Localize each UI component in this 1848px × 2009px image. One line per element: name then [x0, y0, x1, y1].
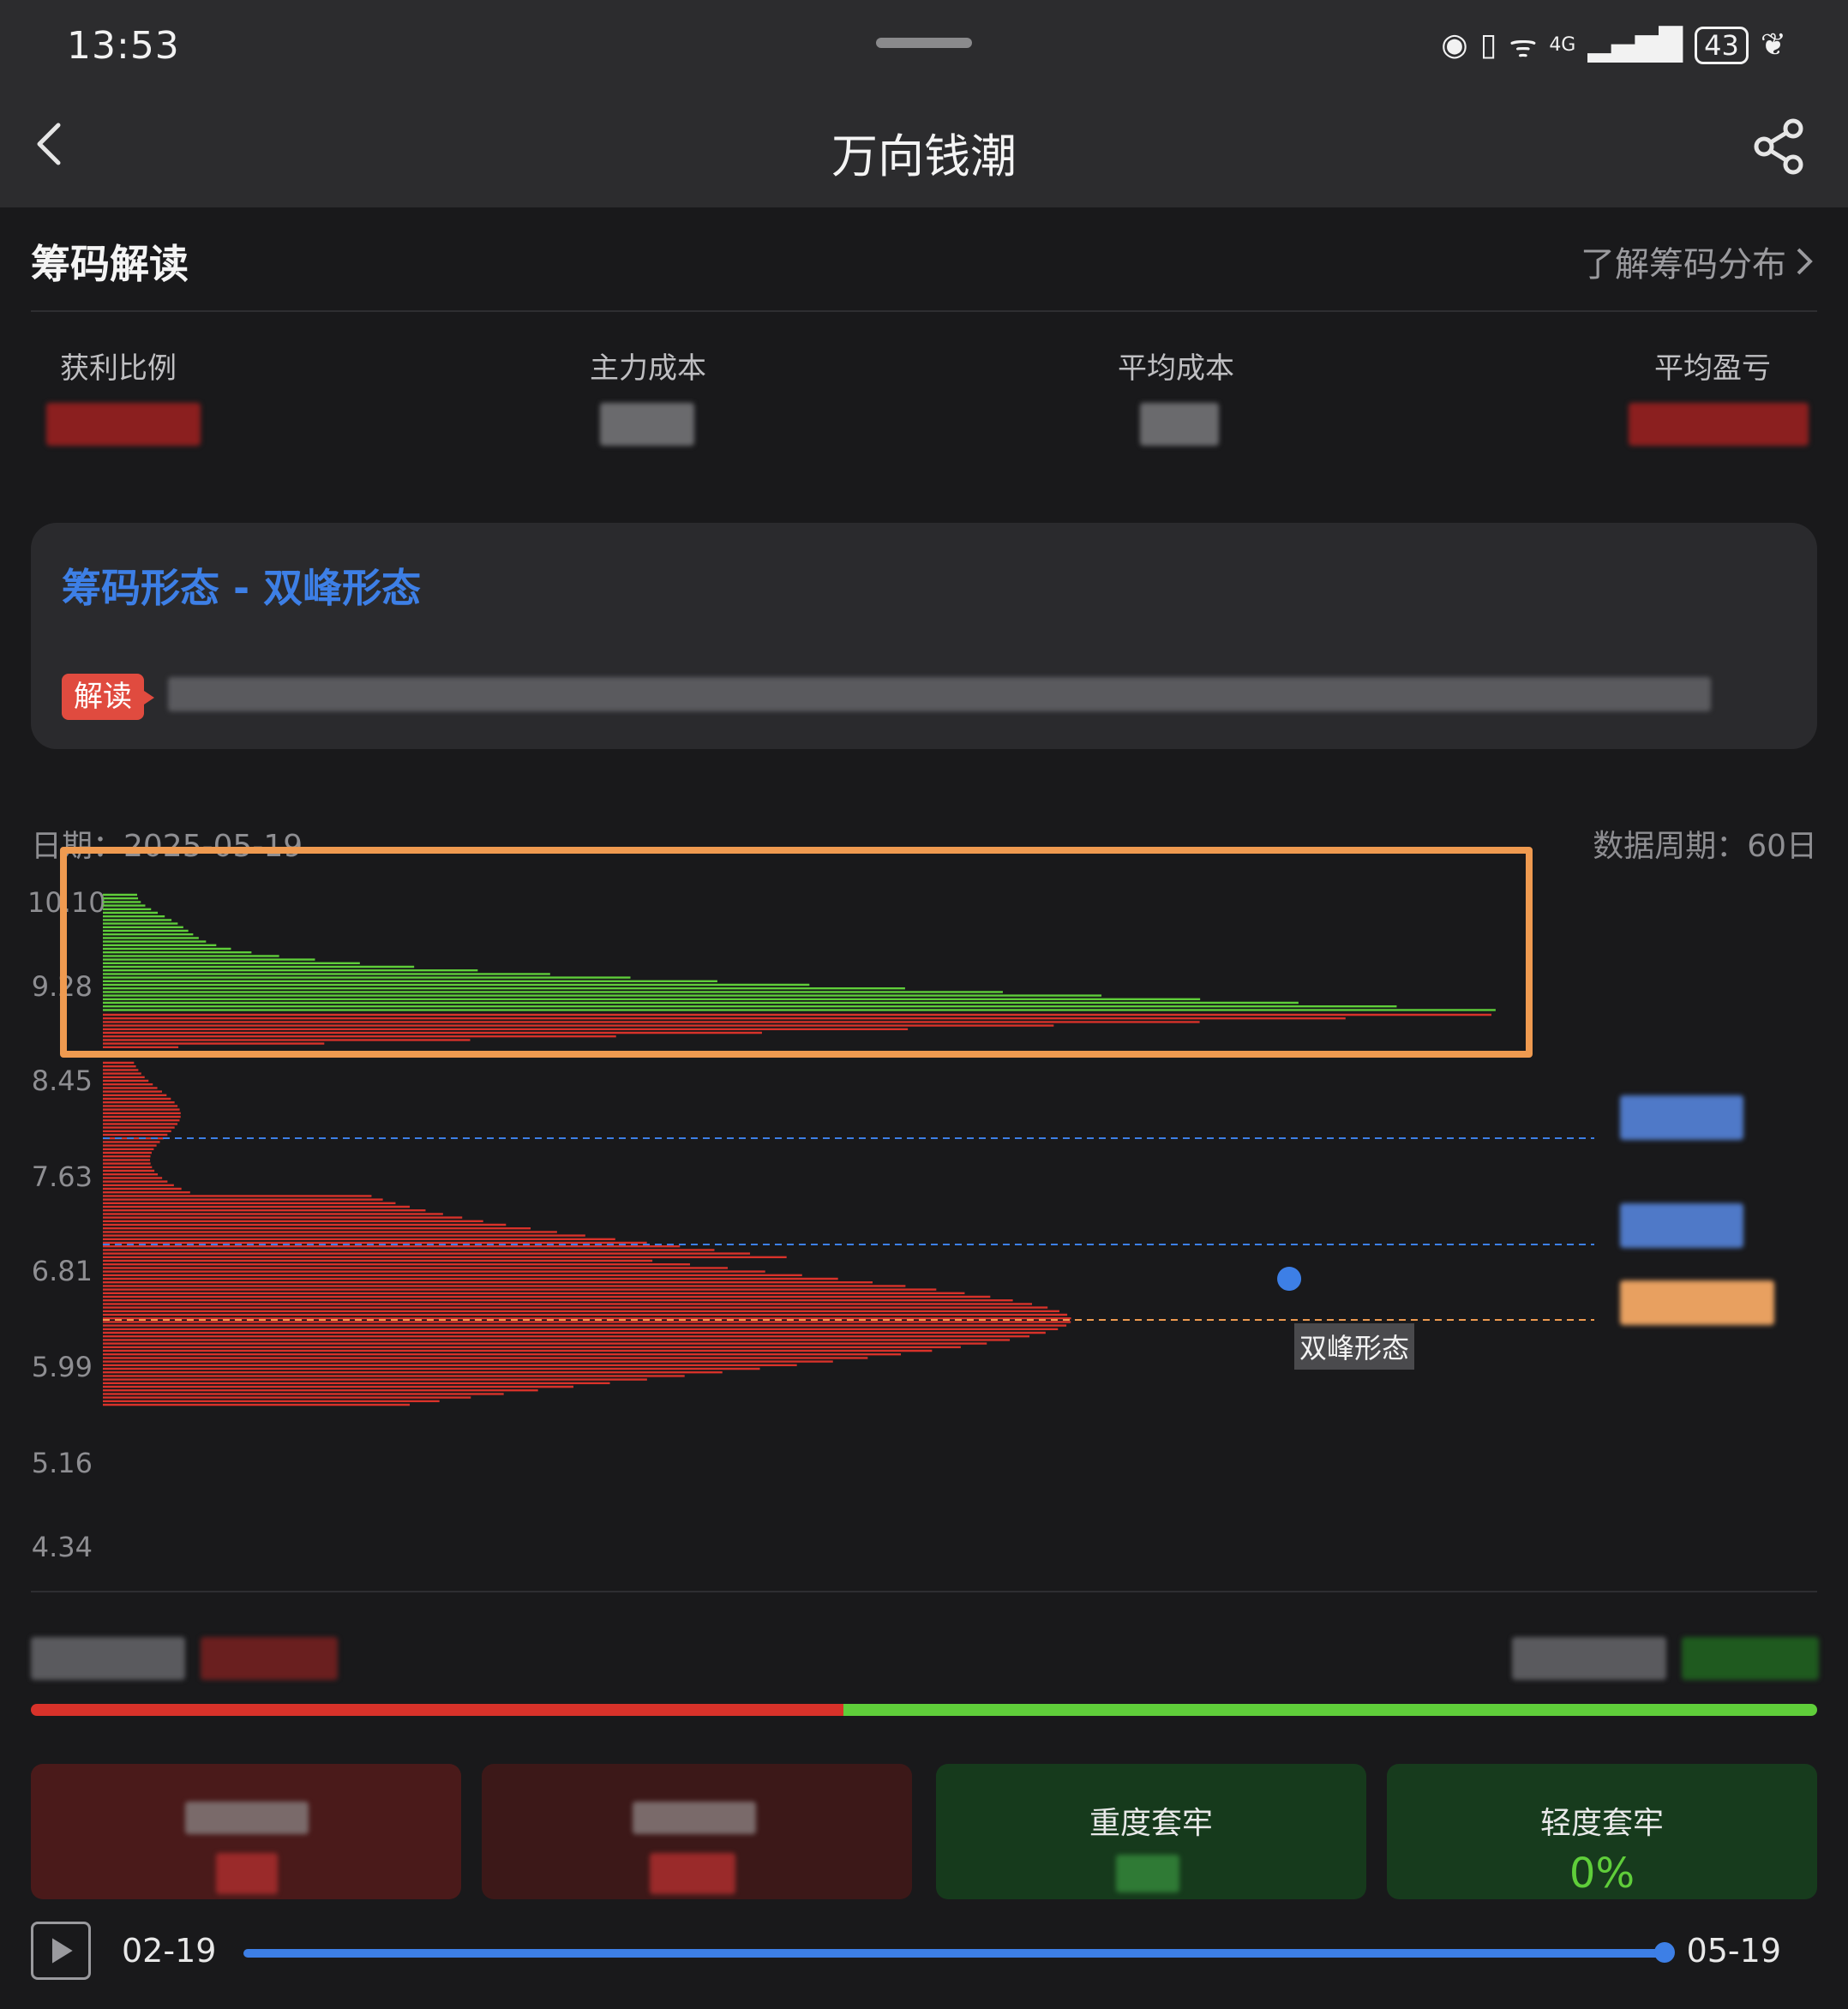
eye-icon: ◉ [1441, 27, 1468, 63]
y-tick-label: 6.81 [31, 1255, 93, 1287]
y-tick-label: 5.99 [31, 1351, 93, 1383]
battery-icon: 43 [1695, 26, 1749, 64]
drag-handle[interactable] [876, 38, 972, 48]
cell-light-trapped-value: 0% [1569, 1850, 1635, 1898]
y-tick-label: 8.45 [31, 1064, 93, 1097]
pattern-description-redacted [168, 677, 1711, 711]
stat-avg-profit-label: 平均盈亏 [1654, 351, 1771, 386]
pattern-card[interactable]: 筹码形态 - 双峰形态 解读 [31, 523, 1817, 749]
profit-legend-value-redacted [1682, 1637, 1819, 1680]
cell-2-value-redacted [650, 1853, 735, 1894]
y-tick-label: 5.16 [31, 1447, 93, 1479]
play-icon[interactable] [31, 1922, 91, 1980]
y-tick-label: 7.63 [31, 1160, 93, 1193]
stat-avg-cost-value-redacted [1140, 403, 1219, 446]
cell-1-title-redacted [185, 1802, 309, 1834]
cell-heavy-trapped-title: 重度套牢 [1089, 1806, 1213, 1841]
chevron-right-icon [1797, 248, 1813, 275]
stat-main-cost-value-redacted [600, 403, 694, 446]
chart-divider [31, 1591, 1817, 1592]
stat-main-cost-label: 主力成本 [590, 351, 706, 386]
cell-light-trapped[interactable]: 轻度套牢 0% [1387, 1764, 1817, 1899]
loss-segment [31, 1704, 844, 1716]
stat-profit-ratio-value-redacted [46, 403, 201, 446]
cell-light-profit[interactable] [482, 1764, 912, 1899]
top-bar: 13:53 ◉ ▯ ᯤ 4G ▂▄▆█ 43 ❦ 万向钱潮 [0, 0, 1848, 207]
cell-3-value-redacted [1116, 1855, 1179, 1892]
stat-avg-cost-label: 平均成本 [1118, 351, 1234, 386]
cell-2-title-redacted [633, 1802, 756, 1834]
wifi-icon: ᯤ [1509, 29, 1538, 64]
leaf-icon: ❦ [1760, 27, 1786, 63]
cell-1-value-redacted [216, 1853, 278, 1894]
signal-icon: ▂▄▆█ [1587, 27, 1683, 63]
cell-heavy-trapped[interactable]: 重度套牢 [936, 1764, 1366, 1899]
loss-legend-value-redacted [201, 1637, 338, 1680]
data-period[interactable]: 数据周期：60日 [1593, 821, 1817, 866]
section-title: 筹码解读 [31, 241, 189, 287]
price-tag-1-redacted [1620, 1095, 1743, 1140]
y-tick-label: 4.34 [31, 1531, 93, 1563]
cell-heavy-profit[interactable] [31, 1764, 461, 1899]
stat-avg-profit-value-redacted [1629, 403, 1809, 446]
vibrate-icon: ▯ [1479, 27, 1497, 63]
section-divider [31, 310, 1817, 312]
status-icons: ◉ ▯ ᯤ 4G ▂▄▆█ 43 ❦ [1441, 24, 1786, 66]
timeline-end-date: 05-19 [1686, 1932, 1781, 1970]
profit-loss-split-bar [31, 1704, 1817, 1716]
profit-segment [843, 1704, 1817, 1716]
stat-profit-ratio-label: 获利比例 [60, 351, 177, 386]
price-tag-2-redacted [1620, 1203, 1743, 1248]
page-title: 万向钱潮 [831, 129, 1017, 183]
loss-legend-label-redacted [31, 1637, 185, 1680]
timeline-slider-knob[interactable] [1654, 1942, 1675, 1963]
share-icon[interactable] [1754, 118, 1805, 175]
chart-annotation: 双峰形态 [1294, 1323, 1415, 1370]
status-time: 13:53 [67, 24, 180, 68]
cell-light-trapped-title: 轻度套牢 [1539, 1806, 1664, 1841]
timeline-start-date: 02-19 [122, 1932, 217, 1970]
timeline-slider[interactable] [243, 1949, 1671, 1958]
highlight-box [60, 847, 1533, 1058]
location-pin-icon [1277, 1267, 1302, 1291]
pattern-card-title: 筹码形态 - 双峰形态 [62, 565, 422, 611]
price-tag-3-redacted [1620, 1280, 1774, 1325]
network-type: 4G [1549, 34, 1576, 56]
learn-link-label: 了解筹码分布 [1581, 245, 1786, 285]
learn-chip-distribution-link[interactable]: 了解筹码分布 [1581, 237, 1814, 286]
interpret-tag: 解读 [62, 674, 154, 720]
profit-legend-label-redacted [1512, 1637, 1666, 1680]
